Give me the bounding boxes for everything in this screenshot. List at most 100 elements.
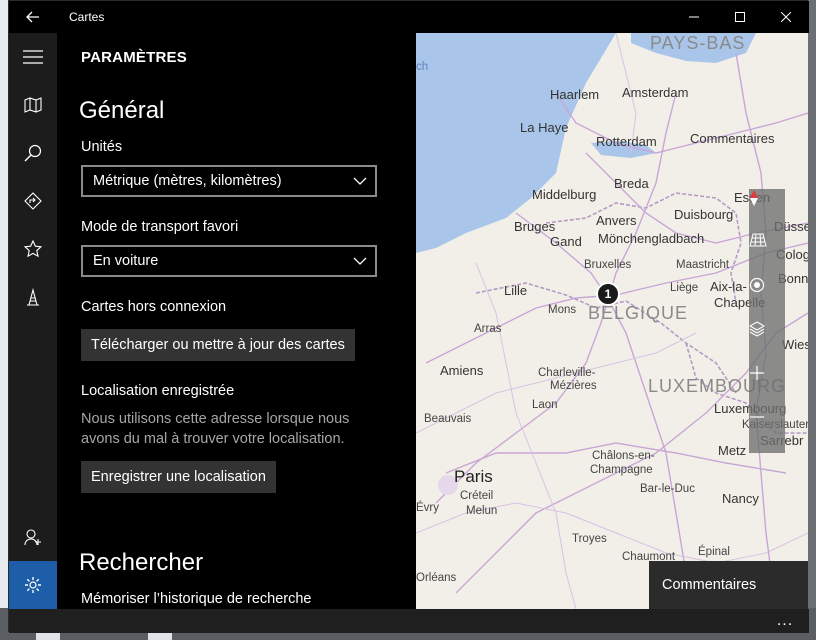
search-icon xyxy=(24,144,42,162)
map-label-beauvais: Beauvais xyxy=(424,413,472,425)
close-icon xyxy=(781,12,791,22)
favorites-button[interactable] xyxy=(9,225,57,273)
settings-button[interactable] xyxy=(9,561,57,609)
zoom-out-button[interactable] xyxy=(749,409,785,453)
units-select[interactable]: Métrique (mètres, kilomètres) xyxy=(81,165,377,197)
feedback-button[interactable]: Commentaires xyxy=(649,561,808,609)
map-label-liege: Liège xyxy=(670,282,699,294)
settings-panel: PARAMÈTRES Général Unités Métrique (mètr… xyxy=(57,33,416,609)
map-label-aix: Aix-la- xyxy=(710,279,747,294)
map-icon xyxy=(24,97,42,113)
more-options-button[interactable]: ... xyxy=(761,609,809,633)
directions-button[interactable] xyxy=(9,177,57,225)
map-label-chalons-1: Châlons-en- xyxy=(592,450,655,462)
map-label-rotterdam: Rotterdam xyxy=(596,134,657,149)
plus-icon xyxy=(750,366,764,380)
map-label-metz: Metz xyxy=(718,443,747,458)
maximize-button[interactable] xyxy=(717,1,763,33)
close-button[interactable] xyxy=(763,1,809,33)
chevron-down-icon xyxy=(353,257,367,265)
map-label-melun: Melun xyxy=(466,505,498,517)
account-button[interactable] xyxy=(9,513,57,561)
transport-label: Mode de transport favori xyxy=(81,219,239,235)
map-label-haarlem: Haarlem xyxy=(550,87,600,102)
map-label-bar-le-duc: Bar-le-Duc xyxy=(640,483,695,495)
desktop-background xyxy=(0,0,8,640)
map-label-evry: Évry xyxy=(416,502,439,514)
location-target-icon xyxy=(749,277,765,293)
map-label-orleans: Orléans xyxy=(416,572,457,584)
map-label-anvers: Anvers xyxy=(596,213,637,228)
map-label-paris: Paris xyxy=(454,467,493,486)
map-label-nancy: Nancy xyxy=(722,491,759,506)
city-3d-button[interactable] xyxy=(9,273,57,321)
landmark-icon xyxy=(27,288,39,306)
map-pin-marker[interactable]: 1 xyxy=(596,282,620,306)
units-label: Unités xyxy=(81,139,123,155)
map-label-pays-bas: PAYS-BAS xyxy=(650,33,746,53)
maps-window: Cartes PARAMÈTRES Général Unités Métriqu… xyxy=(8,0,809,633)
map-label-creteil: Créteil xyxy=(460,490,494,502)
tilt-3d-button[interactable] xyxy=(749,233,785,277)
map-label-lille: Lille xyxy=(504,283,528,298)
map-label-bruges: Bruges xyxy=(514,219,556,234)
map-label-laon: Laon xyxy=(532,399,558,411)
map-view[interactable]: PAYS-BAS ch Haarlem Amsterdam La Haye Ro… xyxy=(416,33,808,609)
save-location-button[interactable]: Enregistrer une localisation xyxy=(81,461,276,493)
back-button[interactable] xyxy=(9,1,57,33)
map-label-amiens: Amiens xyxy=(440,363,484,378)
layers-icon xyxy=(749,321,765,337)
map-label-mezieres: Mézières xyxy=(550,380,597,392)
map-label-la-haye: La Haye xyxy=(520,120,569,135)
download-maps-button[interactable]: Télécharger ou mettre à jour des cartes xyxy=(81,329,355,361)
map-label-arras: Arras xyxy=(474,323,502,335)
map-layers-button[interactable] xyxy=(749,321,785,365)
map-label-chalons-2: Champagne xyxy=(590,464,653,476)
map-label-gand: Gand xyxy=(550,234,582,249)
map-label-monchengladbach: Mönchengladbach xyxy=(598,231,705,246)
map-label-epinal: Épinal xyxy=(698,546,730,558)
hamburger-menu-button[interactable] xyxy=(9,33,57,81)
my-location-button[interactable] xyxy=(749,277,785,321)
search-section-title: Rechercher xyxy=(79,549,204,576)
map-label-troyes: Troyes xyxy=(572,533,607,545)
bottom-app-bar: ... xyxy=(9,609,809,633)
map-label-bruxelles: Bruxelles xyxy=(584,259,632,271)
search-button[interactable] xyxy=(9,129,57,177)
transport-select[interactable]: En voiture xyxy=(81,245,377,277)
add-user-icon xyxy=(24,529,41,546)
map-label-commentaires-city: Commentaires xyxy=(690,131,775,146)
grid-3d-icon xyxy=(749,233,767,247)
map-label-duisbourg: Duisbourg xyxy=(674,207,734,222)
search-history-label: Mémoriser l’historique de recherche xyxy=(81,591,312,607)
minimize-icon xyxy=(689,16,699,18)
zoom-in-button[interactable] xyxy=(749,365,785,409)
minus-icon xyxy=(750,416,764,418)
minimize-button[interactable] xyxy=(671,1,717,33)
settings-title: PARAMÈTRES xyxy=(81,49,187,66)
general-section-title: Général xyxy=(79,97,165,124)
compass-button[interactable] xyxy=(749,189,785,233)
hamburger-icon xyxy=(23,50,43,64)
window-title: Cartes xyxy=(69,10,105,24)
map-label-wies: Wies xyxy=(782,337,808,352)
units-select-value: Métrique (mètres, kilomètres) xyxy=(93,173,282,189)
back-arrow-icon xyxy=(26,11,39,23)
title-bar: Cartes xyxy=(9,1,809,33)
compass-icon xyxy=(750,190,758,206)
map-button[interactable] xyxy=(9,81,57,129)
map-label-middelburg: Middelburg xyxy=(532,187,597,202)
maximize-icon xyxy=(735,12,745,22)
map-label-amsterdam: Amsterdam xyxy=(622,85,689,100)
chevron-down-icon xyxy=(353,177,367,185)
map-label-maastricht: Maastricht xyxy=(676,259,730,271)
map-label-breda: Breda xyxy=(614,176,649,191)
directions-icon xyxy=(24,192,42,210)
map-label-charleville: Charleville- xyxy=(538,367,596,379)
navigation-rail xyxy=(9,33,57,609)
map-label-mons: Mons xyxy=(548,304,577,316)
transport-select-value: En voiture xyxy=(93,253,159,269)
saved-location-description: Nous utilisons cette adresse lorsque nou… xyxy=(81,411,350,447)
gear-icon xyxy=(25,577,41,593)
map-label-ch: ch xyxy=(416,61,429,73)
